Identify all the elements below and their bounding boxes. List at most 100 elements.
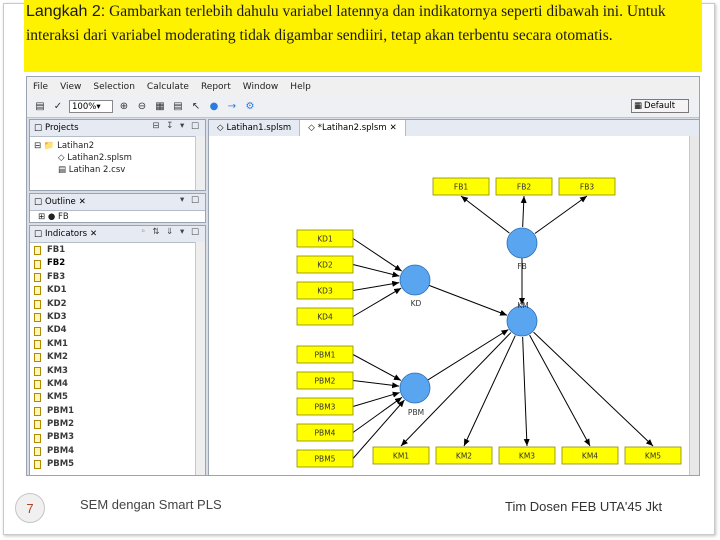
indicator-item[interactable]: PBM1 bbox=[30, 405, 205, 418]
perspective-box[interactable]: ▦ Default bbox=[631, 99, 689, 113]
menu-window[interactable]: Window bbox=[237, 82, 285, 92]
outline-close-icon[interactable]: ✕ bbox=[79, 197, 86, 207]
latent-variable-icon[interactable]: ● bbox=[207, 100, 221, 114]
calculate-icon[interactable]: ⚙ bbox=[243, 100, 257, 114]
indicator-item[interactable]: KD2 bbox=[30, 298, 205, 311]
canvas-scrollbar[interactable] bbox=[689, 136, 699, 475]
indicator-label: PBM4 bbox=[47, 445, 75, 456]
footer-title: SEM dengan Smart PLS bbox=[80, 497, 222, 512]
project-file-csv[interactable]: ▤ Latihan 2.csv bbox=[34, 164, 201, 176]
structural-path-pbm-km[interactable] bbox=[427, 329, 509, 381]
outline-item-fb[interactable]: ⊞ ● FB bbox=[30, 211, 205, 222]
tab-latihan1[interactable]: ◇ Latihan1.splsm bbox=[209, 120, 301, 136]
indicator-icon bbox=[34, 259, 41, 269]
indicators-panel-tools[interactable]: ◦ ⇅ ⇓ ▾ □ bbox=[141, 227, 201, 237]
save-icon[interactable]: ▤ bbox=[33, 100, 47, 114]
indicator-path-FB2[interactable] bbox=[520, 195, 527, 228]
zoom-out-icon[interactable]: ⊖ bbox=[135, 100, 149, 114]
project-folder[interactable]: ⊟ 📁 Latihan2 bbox=[34, 140, 201, 152]
indicator-path-KD2[interactable] bbox=[352, 264, 400, 278]
indicator-box-label: FB3 bbox=[580, 183, 594, 192]
indicator-box-label: KM1 bbox=[393, 452, 409, 461]
projects-scrollbar[interactable] bbox=[195, 136, 205, 190]
indicator-item[interactable]: PBM2 bbox=[30, 418, 205, 431]
indicator-path-PBM2[interactable] bbox=[352, 380, 400, 389]
instruction-text: Langkah 2: Gambarkan terlebih dahulu var… bbox=[24, 0, 694, 48]
save-as-icon[interactable]: ▤ bbox=[171, 100, 185, 114]
indicator-label: KM2 bbox=[47, 352, 68, 363]
indicator-item[interactable]: FB2 bbox=[30, 257, 205, 271]
indicator-item[interactable]: KM5 bbox=[30, 391, 205, 404]
indicator-icon bbox=[34, 299, 41, 309]
menu-selection[interactable]: Selection bbox=[87, 82, 140, 92]
outline-title: Outline bbox=[45, 197, 76, 207]
connect-icon[interactable]: → bbox=[225, 100, 239, 114]
indicator-box-label: KM4 bbox=[582, 452, 598, 461]
zoom-value: 100% bbox=[72, 101, 97, 112]
pointer-icon[interactable]: ↖ bbox=[189, 100, 203, 114]
tab-latihan2[interactable]: ◇ *Latihan2.splsm ✕ bbox=[300, 120, 406, 136]
indicator-box-label: PBM1 bbox=[315, 351, 336, 360]
latent-variable-fb[interactable] bbox=[506, 227, 538, 259]
indicator-item[interactable]: KM1 bbox=[30, 338, 205, 351]
indicator-box-label: FB2 bbox=[517, 183, 531, 192]
indicator-path-FB3[interactable] bbox=[534, 195, 588, 234]
project-file-csv-label: Latihan 2.csv bbox=[68, 165, 126, 175]
indicator-box-label: KM2 bbox=[456, 452, 472, 461]
indicator-path-PBM4[interactable] bbox=[352, 396, 403, 433]
indicator-item[interactable]: FB3 bbox=[30, 271, 205, 284]
structural-path-kd-km[interactable] bbox=[428, 284, 508, 316]
latent-variable-pbm[interactable] bbox=[399, 372, 431, 404]
grid-icon[interactable]: ▦ bbox=[153, 100, 167, 114]
path-model-canvas[interactable]: FB1 FB2 FB3 KD1 KD2 KD3 KD4 PBM1 PBM2 PBM3 PBM4 PBM… bbox=[209, 136, 691, 475]
outline-icon: □ bbox=[34, 197, 43, 207]
projects-icon: □ bbox=[34, 123, 43, 133]
menu-file[interactable]: File bbox=[27, 82, 54, 92]
indicator-item[interactable]: PBM5 bbox=[30, 458, 205, 471]
indicator-path-PBM1[interactable] bbox=[352, 354, 402, 381]
menu-calculate[interactable]: Calculate bbox=[141, 82, 195, 92]
indicator-item[interactable]: PBM3 bbox=[30, 431, 205, 444]
indicator-item[interactable]: FB1 bbox=[30, 244, 205, 257]
projects-panel-header: □ Projects ⊟ ↧ ▾ □ bbox=[30, 120, 205, 137]
indicator-item[interactable]: PBM4 bbox=[30, 445, 205, 458]
indicator-box-label: KD3 bbox=[317, 287, 333, 296]
project-file-splsm[interactable]: ◇ Latihan2.splsm bbox=[34, 152, 201, 164]
latent-variable-label: KM bbox=[517, 301, 528, 310]
indicator-item[interactable]: KD4 bbox=[30, 324, 205, 337]
indicator-item[interactable]: KM2 bbox=[30, 351, 205, 364]
outline-panel-tools[interactable]: ▾ □ bbox=[180, 195, 201, 205]
indicators-close-icon[interactable]: ✕ bbox=[90, 229, 97, 239]
indicator-path-FB1[interactable] bbox=[460, 195, 510, 234]
projects-panel-tools[interactable]: ⊟ ↧ ▾ □ bbox=[152, 121, 201, 131]
indicator-icon bbox=[34, 460, 41, 470]
indicator-box-label: KM3 bbox=[519, 452, 535, 461]
indicators-scrollbar[interactable] bbox=[195, 242, 205, 475]
menu-help[interactable]: Help bbox=[284, 82, 317, 92]
zoom-select[interactable]: 100% ▾ bbox=[69, 100, 113, 113]
indicator-label: KD3 bbox=[47, 311, 67, 322]
indicator-item[interactable]: KM4 bbox=[30, 378, 205, 391]
indicator-path-KM5[interactable] bbox=[533, 331, 654, 447]
indicator-item[interactable]: KM3 bbox=[30, 365, 205, 378]
footer-author: Tim Dosen FEB UTA'45 Jkt bbox=[505, 499, 663, 514]
indicator-box-label: PBM5 bbox=[315, 455, 336, 464]
indicator-path-KD3[interactable] bbox=[352, 280, 400, 291]
latent-variable-km[interactable] bbox=[506, 305, 538, 337]
menu-report[interactable]: Report bbox=[195, 82, 237, 92]
indicator-label: FB2 bbox=[47, 258, 66, 269]
indicator-box-label: KD4 bbox=[317, 313, 333, 322]
zoom-in-icon[interactable]: ⊕ bbox=[117, 100, 131, 114]
select-icon[interactable]: ✓ bbox=[51, 100, 65, 114]
menu-view[interactable]: View bbox=[54, 82, 87, 92]
indicator-path-KM4[interactable] bbox=[529, 334, 591, 447]
indicator-path-KM3[interactable] bbox=[522, 336, 530, 447]
projects-panel: □ Projects ⊟ ↧ ▾ □ ⊟ 📁 Latihan2 ◇ Latiha… bbox=[29, 119, 206, 191]
indicator-path-KD4[interactable] bbox=[352, 287, 402, 317]
latent-variable-kd[interactable] bbox=[399, 264, 431, 296]
indicator-item[interactable]: KD3 bbox=[30, 311, 205, 324]
indicator-item[interactable]: KD1 bbox=[30, 284, 205, 297]
indicator-label: KM3 bbox=[47, 365, 68, 376]
indicator-icon bbox=[34, 406, 41, 416]
tab-close-icon[interactable]: ✕ bbox=[390, 123, 397, 133]
